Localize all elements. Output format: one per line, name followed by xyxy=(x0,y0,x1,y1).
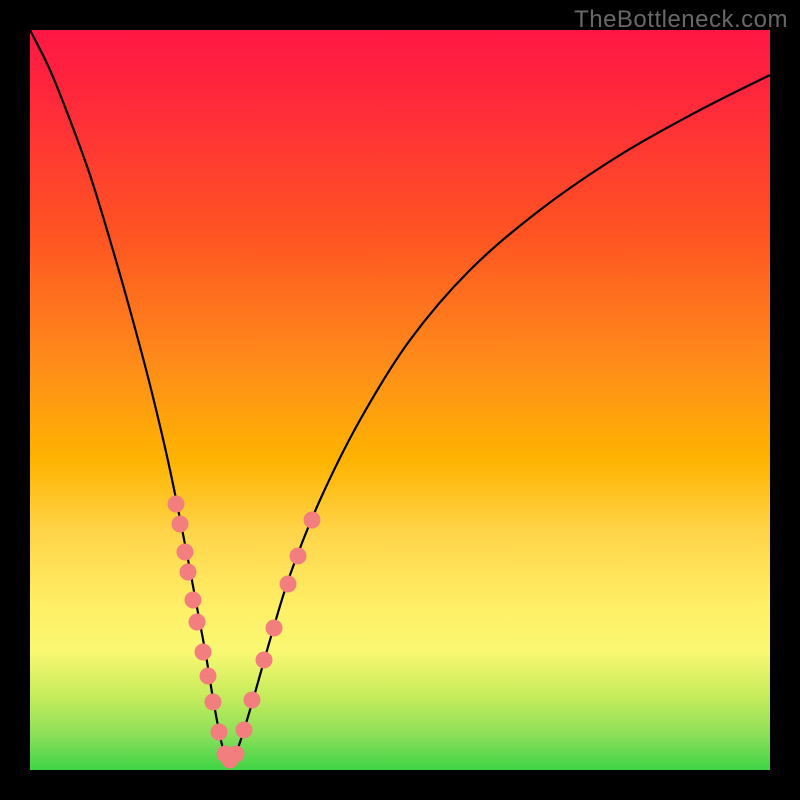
marker-dot xyxy=(244,692,261,709)
curve-path-group xyxy=(30,30,770,761)
marker-dot xyxy=(200,668,217,685)
plot-area xyxy=(30,30,770,770)
marker-dot xyxy=(236,722,253,739)
bottleneck-curve xyxy=(30,30,770,761)
marker-dot xyxy=(266,620,283,637)
marker-dot xyxy=(189,614,206,631)
marker-dot xyxy=(172,516,189,533)
marker-dot xyxy=(256,652,273,669)
marker-dot xyxy=(304,512,321,529)
marker-dot xyxy=(290,548,307,565)
marker-dot xyxy=(177,544,194,561)
curve-svg xyxy=(30,30,770,770)
marker-dot xyxy=(211,724,228,741)
chart-frame: TheBottleneck.com xyxy=(0,0,800,800)
marker-dot xyxy=(168,496,185,513)
marker-dot xyxy=(195,644,212,661)
marker-dots xyxy=(168,496,321,769)
marker-dot xyxy=(280,576,297,593)
marker-dot xyxy=(228,746,245,763)
watermark-link[interactable]: TheBottleneck.com xyxy=(574,6,788,34)
marker-dot xyxy=(205,694,222,711)
marker-dot xyxy=(180,564,197,581)
marker-dot xyxy=(185,592,202,609)
